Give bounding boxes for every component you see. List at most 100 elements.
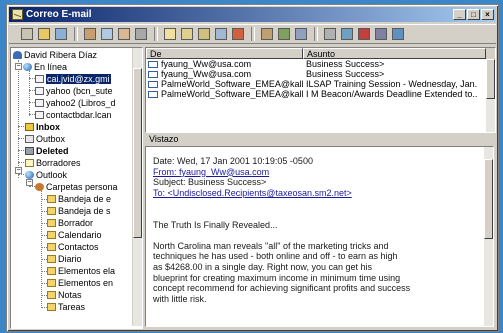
message-from: PalmeWorld_Software_EMEA@kall... <box>146 79 303 89</box>
send-receive-icon[interactable] <box>84 28 96 40</box>
message-row[interactable]: PalmeWorld_Software_EMEA@kall... ILSAP Tr… <box>146 79 495 89</box>
reply-icon[interactable] <box>164 28 176 40</box>
tree-connector <box>18 162 24 163</box>
list-header: De Asunto <box>146 48 495 59</box>
message-from: PalmeWorld_Software_EMEA@kall... <box>146 89 303 99</box>
message-row[interactable]: PalmeWorld_Software_EMEA@kall... I M Beac… <box>146 89 495 99</box>
folder-item[interactable]: Outlook <box>25 170 67 180</box>
filter-icon[interactable] <box>324 28 336 40</box>
envelope-icon <box>148 60 158 68</box>
tree-scroll-thumb[interactable] <box>133 68 142 238</box>
message-line: Date: Wed, 17 Jan 2001 10:19:05 -0500 <box>153 156 313 166</box>
folder-item[interactable]: Inbox <box>25 122 60 132</box>
folder-icon <box>47 279 56 287</box>
tree-connector <box>18 174 24 175</box>
folder-item[interactable]: Carpetas persona <box>35 182 118 192</box>
folder-label: Tareas <box>58 302 86 312</box>
check-icon[interactable] <box>278 28 290 40</box>
list-scroll-thumb[interactable] <box>486 59 495 99</box>
preview-pane[interactable]: Date: Wed, 17 Jan 2001 10:19:05 -0500 Fro… <box>145 146 494 327</box>
sender-text: fyaung_Ww@usa.com <box>161 69 252 79</box>
folder-label: Deleted <box>36 146 69 156</box>
folder-open-icon[interactable] <box>38 28 50 40</box>
close-button[interactable]: × <box>481 9 494 20</box>
attach-icon[interactable] <box>215 28 227 40</box>
tree-expander[interactable]: − <box>15 167 22 174</box>
message-line <box>153 198 479 209</box>
envelope-icon <box>148 80 158 88</box>
move-icon[interactable] <box>118 28 130 40</box>
folder-tree[interactable]: − − − David Ribera Díaz En línea cai.jvid@zx.… <box>10 47 143 329</box>
folder-item[interactable]: En línea <box>23 62 67 72</box>
outbox-icon <box>25 135 34 143</box>
folder-item[interactable]: Bandeja de s <box>47 206 111 216</box>
folder-item[interactable]: Elementos ela <box>47 266 115 276</box>
drafts-icon <box>25 159 34 167</box>
folder-label: Outbox <box>36 134 66 144</box>
new-mail-icon[interactable] <box>21 28 33 40</box>
reply-all-icon[interactable] <box>181 28 193 40</box>
folder-item[interactable]: Borrador <box>47 218 93 228</box>
copy-icon[interactable] <box>101 28 113 40</box>
sender-text: fyaung_Ww@usa.com <box>161 59 252 69</box>
folder-label: Elementos en <box>58 278 114 288</box>
options-icon[interactable] <box>375 28 387 40</box>
folder-item[interactable]: contactbdar.lcan <box>35 110 112 120</box>
folder-item[interactable]: Bandeja de e <box>47 194 111 204</box>
folder-item[interactable]: yahoo2 (Libros_d <box>35 98 116 108</box>
email-window: Correo E-mail _ □ × − − − David Ribera Díaz… <box>6 4 499 332</box>
message-line[interactable]: To: <Undisclosed.Recipients@taxeosan.sm2… <box>153 188 479 199</box>
folder-item[interactable]: Contactos <box>47 242 99 252</box>
message-line: North Carolina man reveals "all" of the … <box>153 240 389 251</box>
people-icon <box>35 183 44 191</box>
folder-label: Borrador <box>58 218 94 228</box>
folder-item[interactable]: Diario <box>47 254 82 264</box>
folder-icon <box>47 291 56 299</box>
forward-icon[interactable] <box>198 28 210 40</box>
preview-scroll-thumb[interactable] <box>484 159 493 239</box>
address-book-icon[interactable] <box>55 28 67 40</box>
envelope-icon <box>148 90 158 98</box>
minimize-button[interactable]: _ <box>453 9 466 20</box>
message-line: concept recommend for achieving signific… <box>153 283 411 294</box>
title-bar[interactable]: Correo E-mail _ □ × <box>9 7 496 22</box>
message-from: fyaung_Ww@usa.com <box>146 59 303 69</box>
message-row[interactable]: fyaung_Ww@usa.com Business Success> <box>146 69 495 79</box>
folder-item[interactable]: Outbox <box>25 134 65 144</box>
tree-expander[interactable]: − <box>15 63 22 70</box>
message-list[interactable]: De Asunto fyaung_Ww@usa.com Business Succ… <box>145 47 496 133</box>
folder-item[interactable]: cai.jvid@zx.gmi <box>35 74 111 84</box>
preview-scrollbar[interactable] <box>484 147 493 326</box>
folder-label: contactbdar.lcan <box>46 110 112 120</box>
address-icon[interactable] <box>261 28 273 40</box>
folder-item[interactable]: David Ribera Díaz <box>13 50 97 60</box>
find-icon[interactable] <box>295 28 307 40</box>
delete-icon[interactable] <box>358 28 370 40</box>
help-icon[interactable] <box>392 28 404 40</box>
folder-icon <box>47 231 56 239</box>
mail-icon <box>35 75 44 83</box>
message-subject: Business Success> <box>306 69 385 79</box>
column-from[interactable]: De <box>146 48 303 59</box>
toolbar-separator <box>154 27 158 41</box>
folder-item[interactable]: yahoo (bcn_sute <box>35 86 113 96</box>
folder-item[interactable]: Deleted <box>25 146 69 156</box>
folder-label: Contactos <box>58 242 99 252</box>
message-row[interactable]: fyaung_Ww@usa.com Business Success> <box>146 59 495 69</box>
mail-icon <box>35 111 44 119</box>
tree-scrollbar[interactable] <box>132 48 142 326</box>
folder-item[interactable]: Calendario <box>47 230 102 240</box>
column-subject[interactable]: Asunto <box>303 48 486 59</box>
folder-item[interactable]: Notas <box>47 290 82 300</box>
message-line[interactable]: From: fyaung_Ww@usa.com <box>153 167 479 178</box>
folder-item[interactable]: Elementos en <box>47 278 113 288</box>
folder-item[interactable]: Borradores <box>25 158 81 168</box>
tree-expander[interactable]: − <box>26 179 33 186</box>
move-to-folder-icon[interactable] <box>341 28 353 40</box>
folder-label: Outlook <box>36 170 68 180</box>
folder-item[interactable]: Tareas <box>47 302 85 312</box>
print-icon[interactable] <box>135 28 147 40</box>
maximize-button[interactable]: □ <box>467 9 480 20</box>
flag-icon[interactable] <box>232 28 244 40</box>
list-scrollbar[interactable] <box>486 59 495 132</box>
